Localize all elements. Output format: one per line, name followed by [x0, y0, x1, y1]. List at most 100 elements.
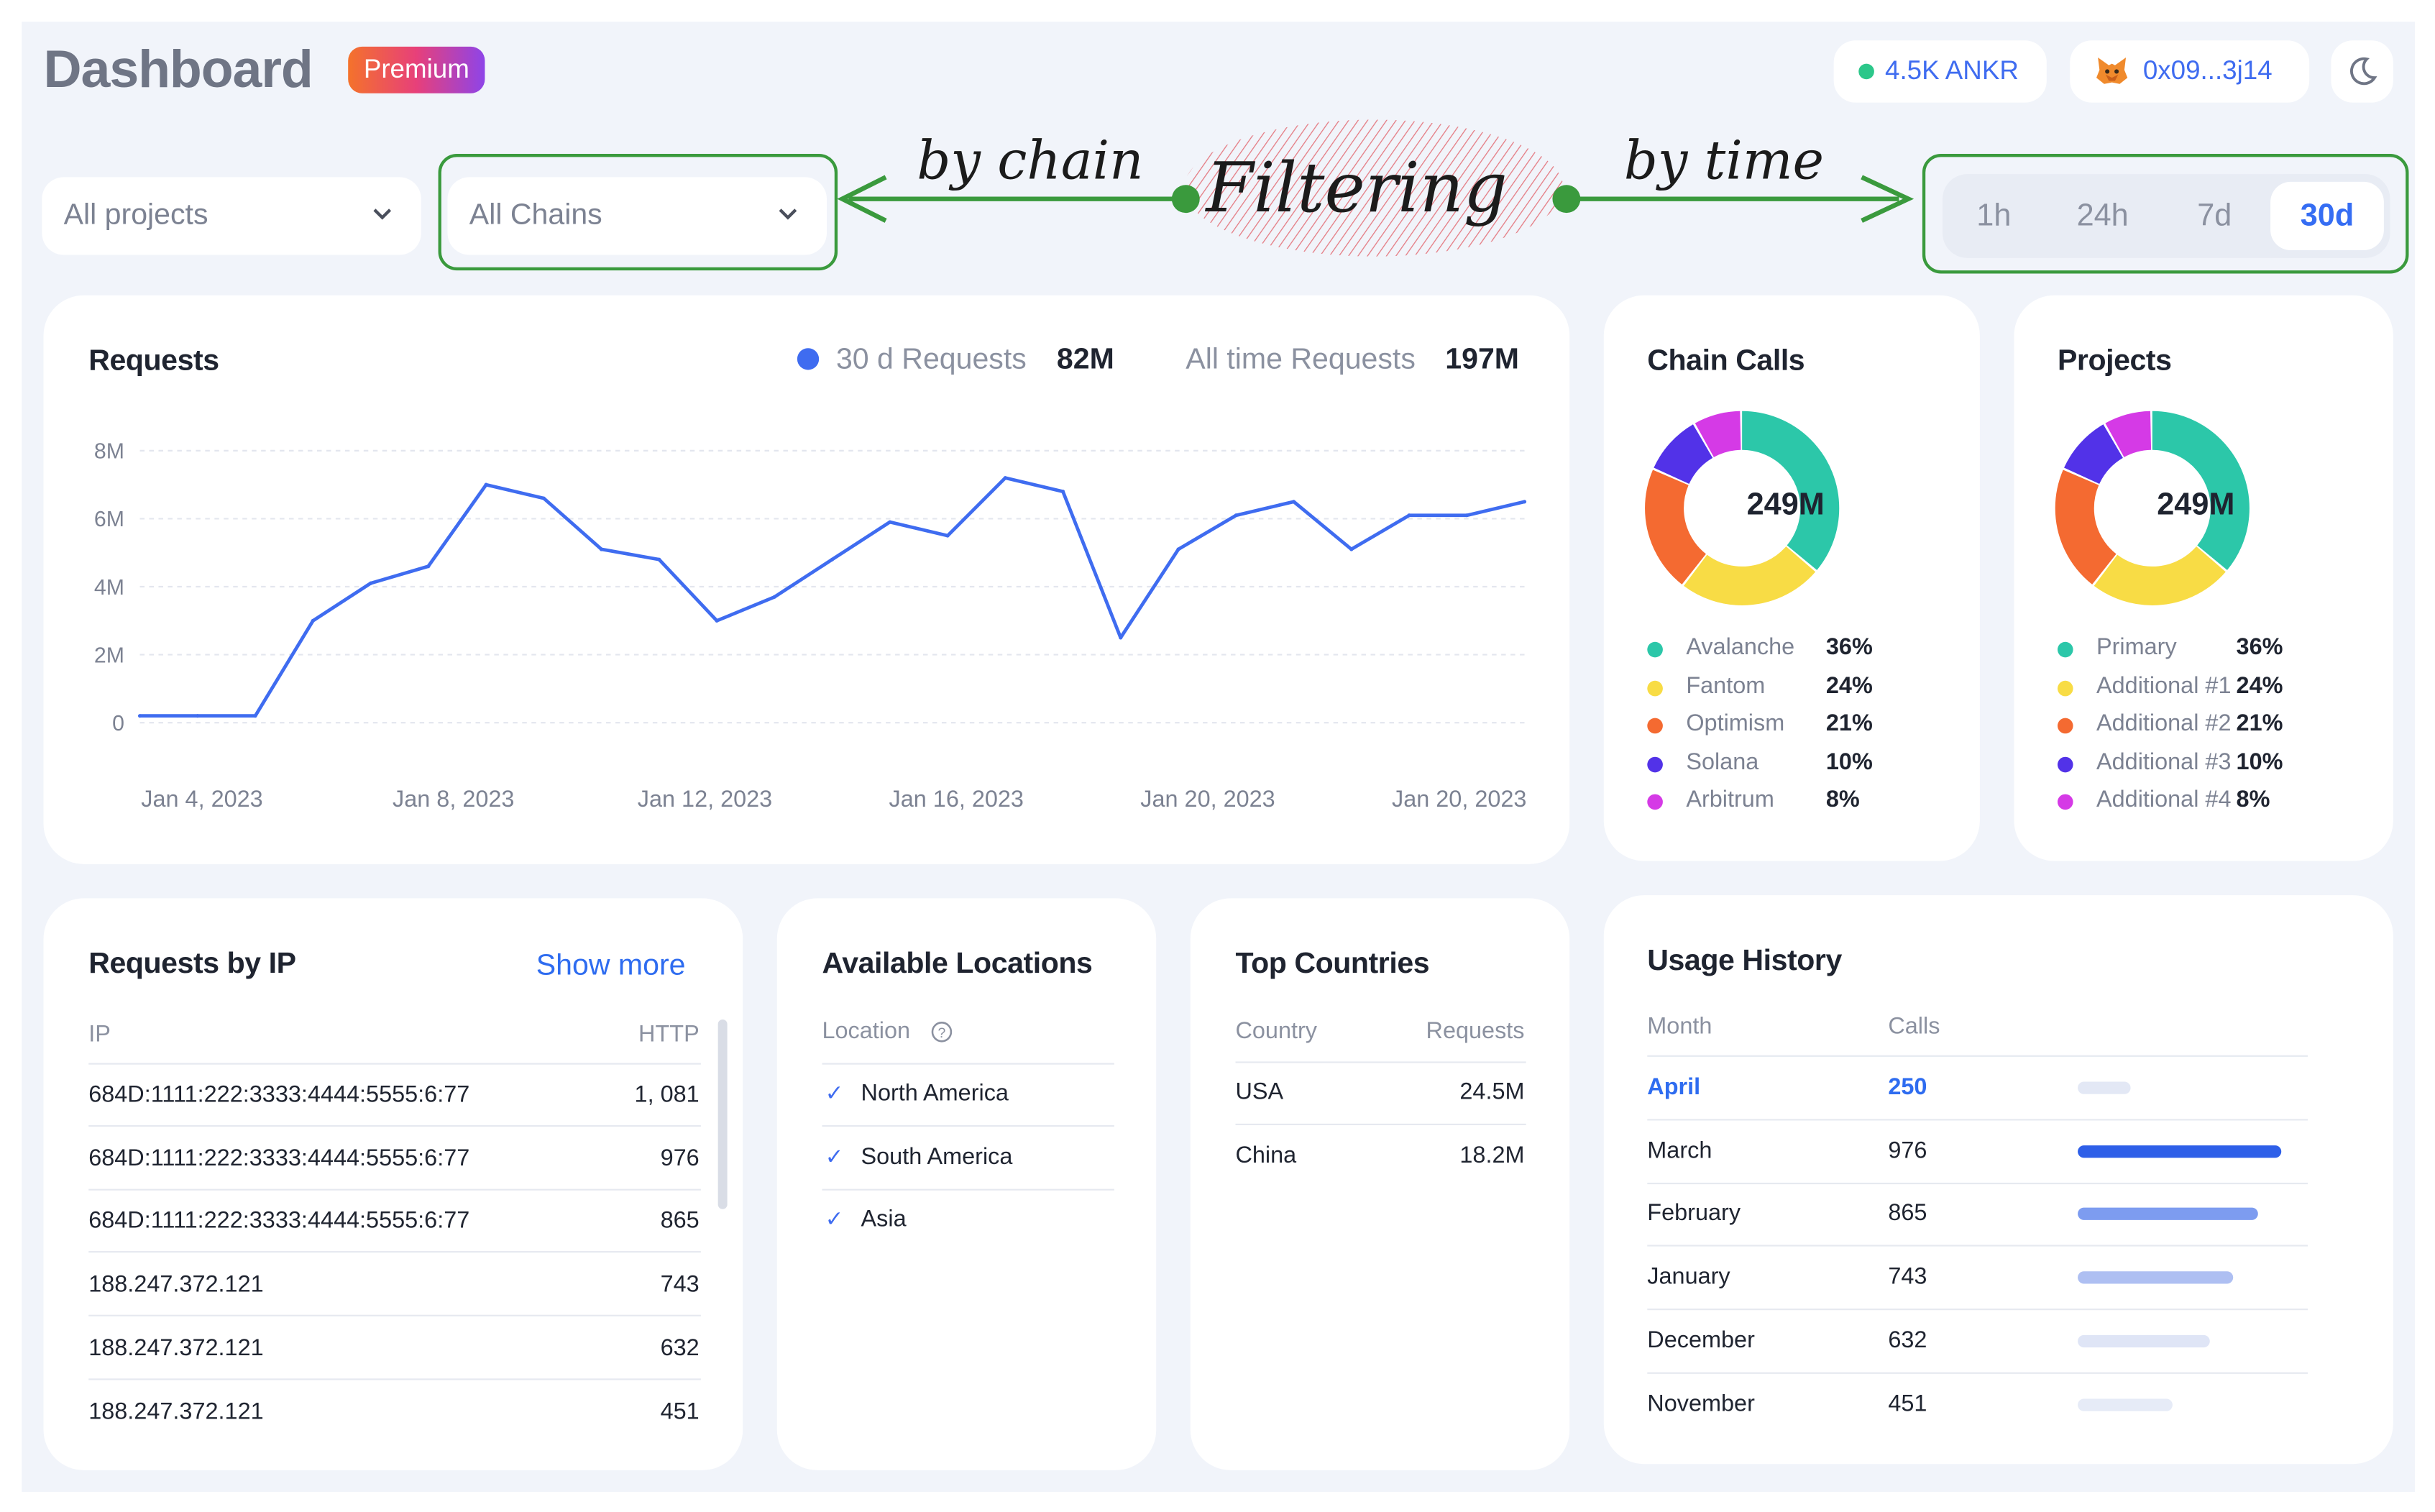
x-tick-label: Jan 16, 2023: [889, 786, 1024, 812]
location-column-header: Location: [822, 1017, 911, 1045]
divider: [822, 1188, 1114, 1190]
projects-legend-value: 8%: [2236, 787, 2270, 814]
divider: [88, 1314, 701, 1317]
divider: [1647, 1372, 2308, 1374]
requests-data-point: [311, 618, 315, 623]
requests-data-point: [945, 533, 950, 538]
y-tick-label: 0: [112, 712, 124, 736]
chain-calls-legend-swatch: [1647, 794, 1663, 811]
ip-scrollbar[interactable]: [717, 1020, 728, 1209]
projects-legend-item: Additional #2 21%: [2057, 710, 2337, 741]
requests-data-point: [1349, 547, 1354, 551]
requests-data-point: [1176, 547, 1180, 551]
projects-legend-label: Additional #1: [2096, 672, 2232, 699]
ip-address: 188.247.372.121: [88, 1334, 264, 1362]
usage-month: January: [1647, 1263, 1730, 1291]
requests-data-point: [657, 557, 661, 562]
divider: [88, 1063, 701, 1065]
month-column-header: Month: [1647, 1013, 1712, 1040]
chain-calls-legend-swatch: [1647, 756, 1663, 772]
show-more-link[interactable]: Show more: [536, 950, 686, 984]
chain-calls-legend-value: 8%: [1825, 787, 1860, 814]
ip-column-header: IP: [88, 1021, 111, 1048]
chain-calls-legend-item: Arbitrum 8%: [1647, 787, 1927, 818]
requests-data-point: [1234, 513, 1238, 518]
chain-calls-card: Chain Calls 249M Avalanche 36% Fantom 24% Op…: [1603, 295, 1980, 861]
x-tick-label: Jan 20, 2023: [1392, 786, 1526, 812]
divider: [1647, 1182, 2308, 1184]
projects-legend-label: Additional #2: [2096, 710, 2232, 738]
annotation-filtering: Filtering: [1206, 149, 1508, 229]
http-count: 976: [660, 1145, 700, 1172]
chain-calls-legend-label: Fantom: [1686, 672, 1766, 699]
requests-data-point: [426, 564, 431, 569]
divider: [1647, 1055, 2308, 1057]
requests-data-point: [1003, 476, 1007, 480]
usage-calls: 451: [1888, 1390, 1927, 1417]
x-tick-label: Jan 8, 2023: [393, 786, 514, 812]
usage-month: December: [1647, 1327, 1755, 1354]
divider: [88, 1251, 701, 1254]
divider: [88, 1378, 701, 1380]
requests-data-point: [1522, 500, 1527, 504]
annotation-by-chain: by chain: [917, 130, 1144, 193]
ip-address: 684D:1111:222:3333:4444:5555:6:77: [88, 1145, 470, 1172]
available-locations-card: Available Locations Location ? ✓ North Am…: [776, 898, 1157, 1470]
location-item: ✓ Asia: [822, 1206, 1114, 1237]
requests-card: Requests 30 d Requests 82M All time Requ…: [43, 295, 1570, 864]
chain-calls-legend-label: Optimism: [1686, 710, 1785, 738]
usage-month: November: [1647, 1390, 1755, 1417]
chain-calls-legend-item: Avalanche 36%: [1647, 634, 1927, 665]
ip-address: 684D:1111:222:3333:4444:5555:6:77: [88, 1208, 470, 1235]
ip-address: 188.247.372.121: [88, 1271, 264, 1298]
divider: [822, 1063, 1114, 1065]
divider: [88, 1188, 701, 1191]
check-icon: ✓: [825, 1080, 844, 1105]
usage-calls: 250: [1888, 1073, 1927, 1101]
chain-calls-legend-value: 24%: [1825, 672, 1873, 699]
chain-calls-legend-value: 10%: [1825, 748, 1873, 776]
divider: [1647, 1245, 2308, 1247]
info-icon[interactable]: ?: [931, 1021, 953, 1043]
projects-total: 249M: [2157, 487, 2235, 523]
requests-series-line: [139, 476, 1526, 718]
projects-legend-swatch: [2057, 679, 2073, 696]
usage-calls: 743: [1888, 1263, 1927, 1291]
chain-calls-legend-item: Optimism 21%: [1647, 710, 1927, 741]
usage-bar: [2078, 1334, 2210, 1347]
http-count: 743: [660, 1271, 700, 1298]
usage-bar: [2078, 1081, 2130, 1094]
chain-calls-legend-label: Arbitrum: [1686, 787, 1774, 814]
requests-line-chart: 0 2M 4M 6M 8M Jan 4, 2023 Jan 8, 2023 Jan 12, 2…: [94, 440, 1527, 812]
location-item: ✓ South America: [822, 1143, 1114, 1174]
y-tick-label: 6M: [94, 508, 124, 531]
usage-bar: [2078, 1398, 2172, 1411]
annotation-by-time: by time: [1623, 130, 1825, 193]
x-tick-label: Jan 12, 2023: [638, 786, 772, 812]
projects-legend-value: 36%: [2236, 633, 2283, 661]
requests-data-point: [772, 595, 776, 599]
usage-bar: [2078, 1271, 2233, 1284]
usage-title: Usage History: [1647, 945, 1842, 978]
divider: [1647, 1119, 2308, 1121]
usage-month[interactable]: April: [1647, 1074, 1700, 1101]
chain-calls-legend-swatch: [1647, 679, 1663, 696]
requests-data-point: [484, 482, 488, 487]
http-count: 865: [660, 1208, 700, 1235]
top-countries-card: Top Countries Country Requests USA 24.5M C…: [1190, 898, 1570, 1470]
usage-month: February: [1647, 1200, 1741, 1227]
chain-calls-total: 249M: [1746, 487, 1825, 523]
http-column-header: HTTP: [638, 1021, 700, 1048]
locations-title: Available Locations: [822, 948, 1093, 981]
http-count: 632: [660, 1334, 700, 1362]
divider: [1647, 1309, 2308, 1311]
chain-calls-donut: [1645, 411, 1840, 605]
projects-legend-label: Additional #3: [2096, 748, 2232, 776]
chain-calls-legend-value: 21%: [1825, 710, 1873, 738]
projects-legend-swatch: [2057, 756, 2073, 772]
country-name: China: [1235, 1141, 1297, 1168]
requests-data-point: [541, 496, 546, 500]
projects-donut: [2055, 411, 2250, 605]
projects-legend-value: 21%: [2236, 710, 2283, 738]
x-tick-label: Jan 20, 2023: [1140, 786, 1275, 812]
